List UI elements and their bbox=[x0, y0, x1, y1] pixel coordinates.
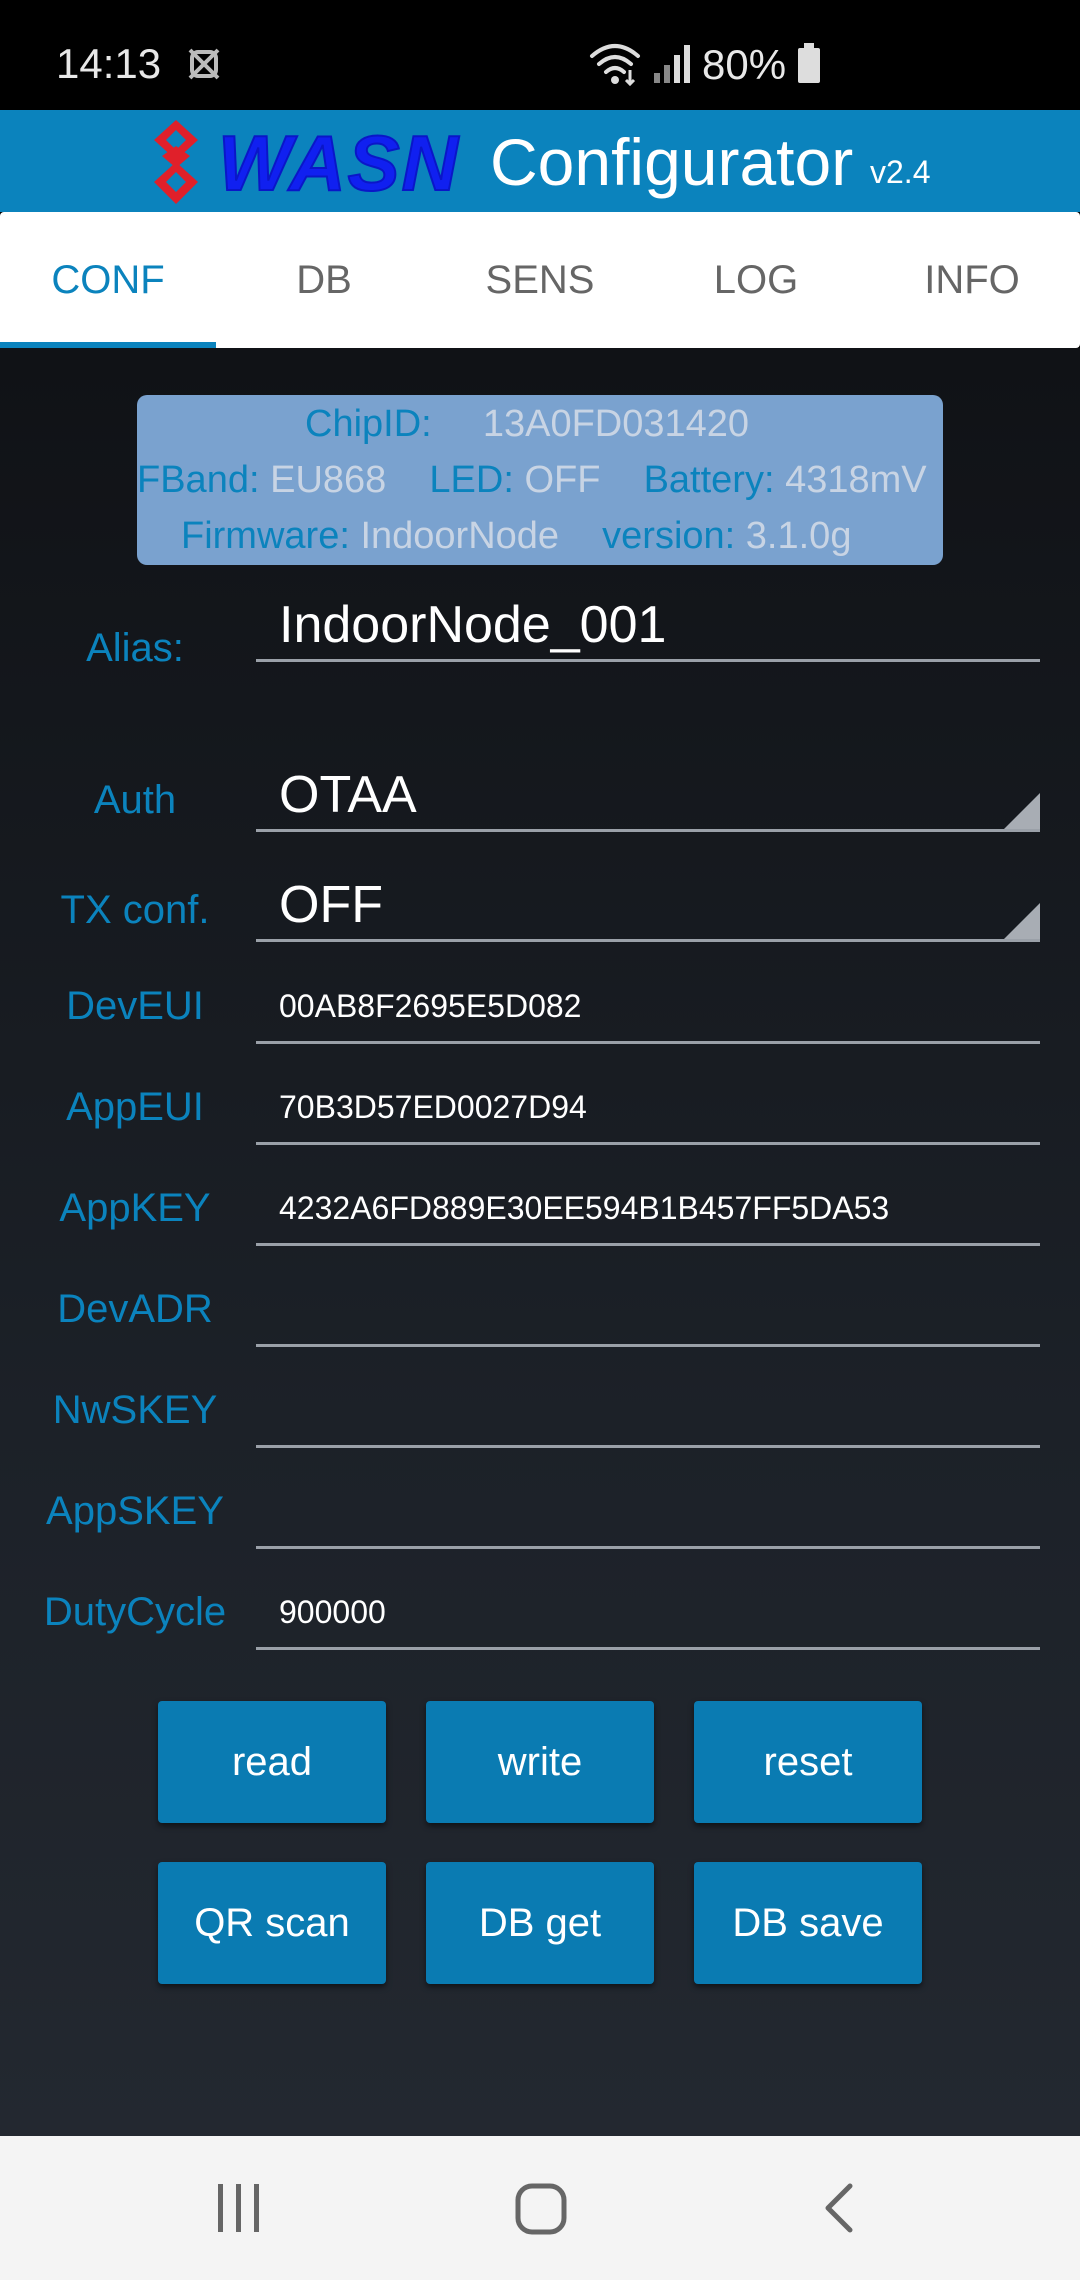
qr-scan-button[interactable]: QR scan bbox=[158, 1862, 386, 1984]
duty-cycle-input[interactable]: 900000 bbox=[256, 1578, 1040, 1650]
fband-label: FBand: bbox=[137, 459, 260, 501]
back-icon[interactable] bbox=[820, 2180, 860, 2241]
tx-conf-value: OFF bbox=[279, 875, 383, 934]
tab-bar: CONF DB SENS LOG INFO bbox=[0, 212, 1080, 348]
notification-icon bbox=[186, 46, 222, 87]
fband-value: EU868 bbox=[270, 459, 387, 501]
led-label: LED: bbox=[429, 459, 514, 501]
tab-conf[interactable]: CONF bbox=[0, 212, 216, 348]
dev-eui-input[interactable]: 00AB8F2695E5D082 bbox=[256, 972, 1040, 1044]
home-icon[interactable] bbox=[514, 2180, 568, 2241]
version-value: 3.1.0g bbox=[745, 515, 852, 557]
nw-skey-input[interactable] bbox=[256, 1376, 1040, 1448]
battery-value: 4318mV bbox=[785, 459, 927, 501]
auth-spinner[interactable]: OTAA bbox=[256, 760, 1040, 832]
app-eui-input[interactable]: 70B3D57ED0027D94 bbox=[256, 1073, 1040, 1145]
device-info-box: ChipID: 13A0FD031420 FBand: EU868 LED: O… bbox=[137, 395, 943, 565]
alias-input[interactable]: IndoorNode_001 bbox=[256, 590, 1040, 662]
tx-conf-label: TX conf. bbox=[60, 888, 210, 932]
recent-apps-icon[interactable] bbox=[214, 2180, 264, 2241]
status-bar: 14:13 80% bbox=[0, 0, 1080, 110]
tab-info[interactable]: INFO bbox=[864, 212, 1080, 348]
chip-id-value: 13A0FD031420 bbox=[482, 403, 750, 445]
alias-label: Alias: bbox=[86, 626, 184, 670]
app-title: Configurator bbox=[490, 125, 854, 199]
dropdown-arrow-icon bbox=[1004, 793, 1040, 829]
logo-text: WASN bbox=[217, 118, 460, 208]
app-skey-label: AppSKEY bbox=[46, 1489, 224, 1533]
wifi-icon bbox=[588, 40, 642, 91]
tab-log[interactable]: LOG bbox=[648, 212, 864, 348]
db-save-button[interactable]: DB save bbox=[694, 1862, 922, 1984]
battery-percent: 80% bbox=[702, 41, 787, 88]
dev-eui-label: DevEUI bbox=[66, 984, 204, 1028]
app-key-label: AppKEY bbox=[59, 1186, 211, 1230]
dropdown-arrow-icon bbox=[1004, 903, 1040, 939]
version-label: version: bbox=[602, 515, 736, 557]
led-value: OFF bbox=[524, 459, 601, 501]
firmware-value: IndoorNode bbox=[360, 515, 560, 557]
app-version: v2.4 bbox=[870, 154, 931, 190]
tab-sens[interactable]: SENS bbox=[432, 212, 648, 348]
wasn-logo-icon bbox=[146, 116, 206, 213]
battery-label: Battery: bbox=[643, 459, 775, 501]
battery-icon bbox=[796, 42, 822, 88]
signal-icon bbox=[652, 43, 692, 88]
reset-button[interactable]: reset bbox=[694, 1701, 922, 1823]
read-button[interactable]: read bbox=[158, 1701, 386, 1823]
dev-adr-label: DevADR bbox=[57, 1287, 213, 1331]
tab-db[interactable]: DB bbox=[216, 212, 432, 348]
chip-id-label: ChipID: bbox=[305, 403, 432, 445]
app-eui-label: AppEUI bbox=[66, 1085, 204, 1129]
tx-conf-spinner[interactable]: OFF bbox=[256, 870, 1040, 942]
nw-skey-label: NwSKEY bbox=[52, 1388, 218, 1432]
app-skey-input[interactable] bbox=[256, 1477, 1040, 1549]
auth-value: OTAA bbox=[279, 765, 417, 824]
write-button[interactable]: write bbox=[426, 1701, 654, 1823]
app-key-input[interactable]: 4232A6FD889E30EE594B1B457FF5DA53 bbox=[256, 1174, 1040, 1246]
app-header: WASN Configurator v2.4 bbox=[0, 110, 1080, 212]
dev-adr-input[interactable] bbox=[256, 1275, 1040, 1347]
auth-label: Auth bbox=[93, 778, 177, 822]
firmware-label: Firmware: bbox=[181, 515, 350, 557]
conf-panel: ChipID: 13A0FD031420 FBand: EU868 LED: O… bbox=[0, 348, 1080, 2136]
db-get-button[interactable]: DB get bbox=[426, 1862, 654, 1984]
duty-cycle-label: DutyCycle bbox=[43, 1590, 227, 1634]
system-nav-bar bbox=[0, 2136, 1080, 2280]
status-time: 14:13 bbox=[56, 40, 162, 87]
